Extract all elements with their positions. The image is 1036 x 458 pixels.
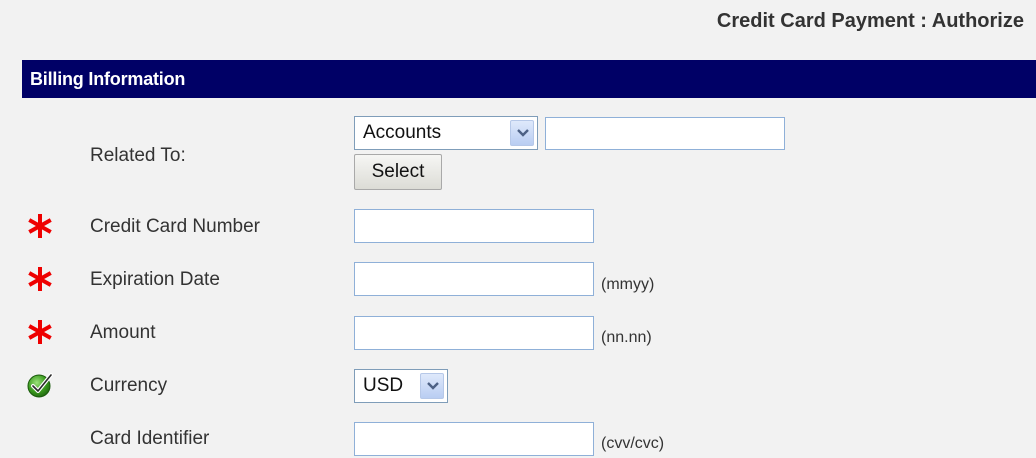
page-title: Credit Card Payment : Authorize (716, 10, 1024, 32)
amount-input[interactable] (354, 316, 594, 350)
related-to-type-value: Accounts (363, 122, 442, 143)
chevron-down-icon[interactable] (420, 373, 444, 399)
green-check-icon (27, 373, 53, 398)
amount-label: Amount (90, 322, 156, 343)
expiration-date-label: Expiration Date (90, 269, 220, 290)
credit-card-number-input[interactable] (354, 209, 594, 243)
select-button[interactable]: Select (354, 154, 442, 190)
card-identifier-input[interactable] (354, 422, 594, 456)
payment-page: Credit Card Payment : Authorize Billing … (0, 0, 1036, 458)
expiration-date-hint: (mmyy) (601, 276, 655, 293)
required-asterisk-icon (28, 320, 52, 344)
chevron-down-icon[interactable] (510, 120, 534, 146)
section-header-billing: Billing Information (22, 60, 1036, 98)
amount-hint: (nn.nn) (601, 329, 652, 346)
card-identifier-label: Card Identifier (90, 428, 210, 449)
credit-card-number-label: Credit Card Number (90, 216, 260, 237)
expiration-date-input[interactable] (354, 262, 594, 296)
required-asterisk-icon (28, 267, 52, 291)
related-to-input[interactable] (545, 117, 785, 150)
currency-select[interactable]: USD (354, 369, 448, 403)
related-to-type-select[interactable]: Accounts (354, 116, 538, 150)
currency-value: USD (363, 375, 404, 396)
related-to-label: Related To: (90, 145, 186, 166)
card-identifier-hint: (cvv/cvc) (601, 435, 665, 452)
currency-label: Currency (90, 375, 168, 396)
required-asterisk-icon (28, 214, 52, 238)
